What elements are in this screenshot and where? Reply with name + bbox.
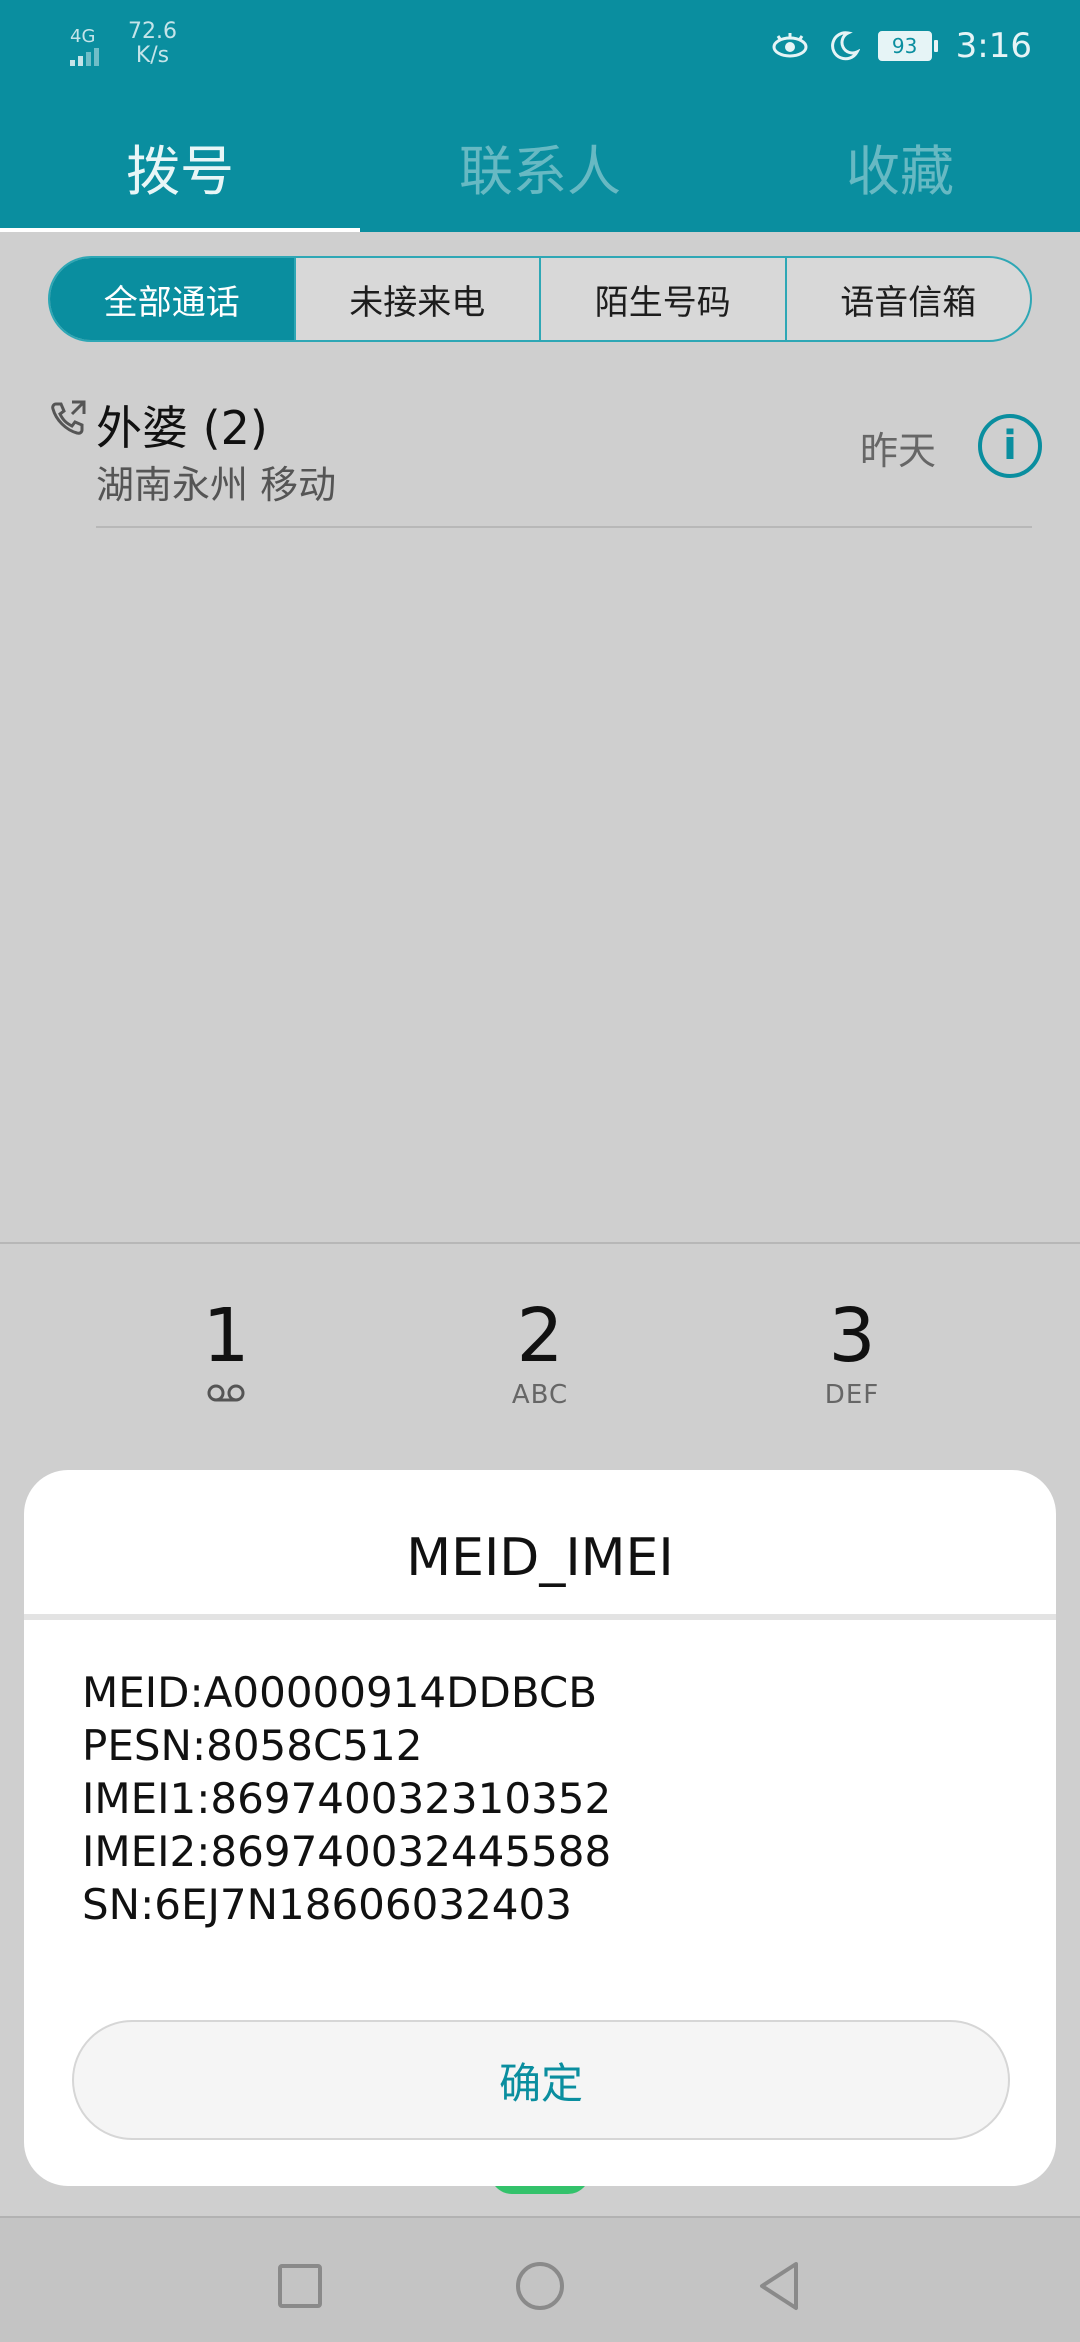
key-digit: 3 xyxy=(828,1293,876,1379)
back-icon[interactable] xyxy=(750,2256,810,2316)
call-log-item[interactable]: 外婆 (2) 湖南永州 移动 昨天 i xyxy=(0,380,1080,530)
key-letters xyxy=(126,1380,326,1410)
status-bar: 4G 72.6 K/s 93 3:16 xyxy=(0,0,1080,92)
sn-line: SN:6EJ7N18606032403 xyxy=(82,1880,572,1929)
voicemail-icon xyxy=(207,1384,245,1402)
network-speed-value: 72.6 xyxy=(128,19,177,44)
dialog-divider xyxy=(24,1614,1056,1620)
tab-dial[interactable]: 拨号 xyxy=(0,100,360,232)
moon-icon xyxy=(830,31,860,61)
network-type: 4G xyxy=(70,26,96,47)
meid-imei-dialog: MEID_IMEI MEID:A00000914DDBCB PESN:8058C… xyxy=(24,1470,1056,2186)
dialpad-key-3[interactable]: 3 DEF xyxy=(752,1292,952,1432)
ok-button[interactable]: 确定 xyxy=(72,2020,1010,2140)
tab-contacts[interactable]: 联系人 xyxy=(360,100,720,232)
outgoing-call-icon xyxy=(51,400,86,435)
filter-all-calls[interactable]: 全部通话 xyxy=(50,258,294,340)
tab-favorites[interactable]: 收藏 xyxy=(720,100,1080,232)
row-divider xyxy=(96,526,1032,528)
imei1-line: IMEI1:869740032310352 xyxy=(82,1774,612,1823)
pesn-line: PESN:8058C512 xyxy=(82,1721,423,1770)
filter-missed-calls[interactable]: 未接来电 xyxy=(293,258,540,340)
home-icon[interactable] xyxy=(510,2256,570,2316)
recent-apps-icon[interactable] xyxy=(270,2256,330,2316)
call-location: 湖南永州 移动 xyxy=(96,463,337,507)
battery-level: 93 xyxy=(877,31,932,61)
key-digit: 2 xyxy=(516,1293,564,1379)
network-indicator: 4G xyxy=(70,28,120,70)
dialpad-key-2[interactable]: 2 ABC xyxy=(440,1292,640,1432)
battery-icon: 93 xyxy=(877,31,938,61)
clock: 3:16 xyxy=(955,26,1032,66)
device-id-list: MEID:A00000914DDBCB PESN:8058C512 IMEI1:… xyxy=(82,1666,611,1931)
signal-icon xyxy=(70,48,99,66)
info-icon[interactable]: i xyxy=(978,414,1042,478)
network-speed-unit: K/s xyxy=(135,43,170,68)
dialpad-key-1[interactable]: 1 xyxy=(126,1292,326,1432)
imei2-line: IMEI2:869740032445588 xyxy=(82,1827,612,1876)
eye-comfort-icon xyxy=(772,33,808,58)
filter-voicemail[interactable]: 语音信箱 xyxy=(784,258,1031,340)
status-right: 93 3:16 xyxy=(770,26,1032,66)
network-speed: 72.6 K/s xyxy=(128,20,177,68)
filter-unknown-numbers[interactable]: 陌生号码 xyxy=(539,258,785,340)
tab-indicator xyxy=(0,228,360,232)
main-tabs: 拨号 联系人 收藏 xyxy=(0,100,1080,232)
key-letters: ABC xyxy=(511,1380,569,1410)
navigation-bar xyxy=(0,2216,1080,2342)
key-digit: 1 xyxy=(202,1293,250,1379)
call-filter-segmented: 全部通话 未接来电 陌生号码 语音信箱 xyxy=(48,256,1032,342)
call-time: 昨天 xyxy=(860,429,937,473)
meid-line: MEID:A00000914DDBCB xyxy=(82,1668,598,1717)
key-letters: DEF xyxy=(824,1380,880,1410)
dialpad-divider xyxy=(0,1242,1080,1244)
dialog-title: MEID_IMEI xyxy=(406,1528,674,1588)
contact-name: 外婆 (2) xyxy=(96,401,268,455)
